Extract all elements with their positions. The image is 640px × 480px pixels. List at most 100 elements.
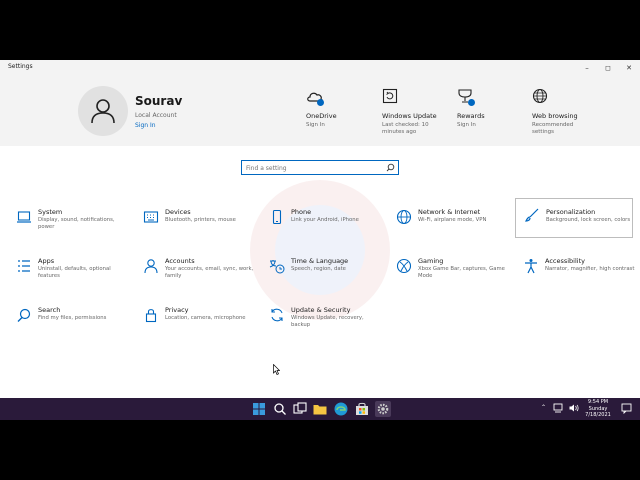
tile-name: Accessibility <box>545 257 585 265</box>
tile-name: Accounts <box>165 257 195 265</box>
mouse-cursor-icon <box>273 364 280 375</box>
notification-icon[interactable] <box>621 403 632 414</box>
chevron-up-icon[interactable]: ⌃ <box>541 404 546 411</box>
letterbox-bottom <box>0 420 640 480</box>
edge-icon[interactable] <box>333 401 349 417</box>
tile-privacy[interactable]: Privacy Location, camera, microphone <box>141 303 259 343</box>
tile-description: Location, camera, microphone <box>165 315 246 321</box>
apps-list-icon <box>18 260 30 272</box>
tile-name: Devices <box>165 208 191 216</box>
tile-name: Gaming <box>418 257 444 265</box>
tile-name: Network & Internet <box>418 208 481 216</box>
search-icon[interactable] <box>272 401 288 417</box>
tile-description: Windows Update, recovery, backup <box>291 315 364 328</box>
tile-name: System <box>38 208 63 216</box>
tile-description: Uninstall, defaults, optional features <box>38 266 111 279</box>
minimize-button[interactable]: – <box>576 62 598 74</box>
search-icon <box>386 163 395 172</box>
tile-name: Privacy <box>165 306 189 314</box>
settings-gear-icon[interactable] <box>375 401 391 417</box>
search-input[interactable] <box>246 163 381 173</box>
tile-personalization[interactable]: Personalization Background, lock screen,… <box>515 198 633 238</box>
person-icon <box>144 259 158 274</box>
tile-description: Display, sound, notifications, power <box>38 217 115 230</box>
tile-phone[interactable]: Phone Link your Android, iPhone <box>267 205 385 245</box>
user-name: Sourav <box>135 94 183 108</box>
search-icon <box>17 308 31 322</box>
person-icon <box>91 99 115 124</box>
avatar[interactable] <box>78 86 128 136</box>
tile-description: Background, lock screen, colors <box>546 217 631 223</box>
settings-window: Settings – ◻ ✕ Sourav Local Account Sign… <box>0 60 640 398</box>
letterbox-top <box>0 0 640 60</box>
tile-name: Update & Security <box>291 306 351 314</box>
update-icon <box>382 88 398 104</box>
tile-description: Speech, region, date <box>291 266 346 272</box>
accessibility-icon <box>525 259 537 274</box>
tile-description: Narrator, magnifier, high contrast <box>545 266 635 272</box>
sign-in-link[interactable]: Sign In <box>135 122 156 129</box>
title-bar: Settings – ◻ ✕ <box>0 60 640 76</box>
header-item-windows-update[interactable]: Windows Update Last checked: 10 minutes … <box>382 88 462 136</box>
tile-gaming[interactable]: Gaming Xbox Game Bar, captures, Game Mod… <box>394 254 512 294</box>
window-title: Settings <box>8 63 33 70</box>
tile-apps[interactable]: Apps Uninstall, defaults, optional featu… <box>14 254 132 294</box>
tile-system[interactable]: System Display, sound, notifications, po… <box>14 205 132 245</box>
tile-name: Apps <box>38 257 55 265</box>
header-item-onedrive[interactable]: OneDrive Sign In <box>306 88 386 129</box>
tile-name: Time & Language <box>291 257 349 265</box>
keyboard-icon <box>143 211 159 223</box>
laptop-icon <box>17 211 31 223</box>
tile-description: Link your Android, iPhone <box>291 217 359 223</box>
tile-update-security[interactable]: Update & Security Windows Update, recove… <box>267 303 385 343</box>
tile-name: Phone <box>291 208 312 216</box>
clock-date: 7/18/2021 <box>585 412 611 418</box>
globe-icon <box>532 88 548 104</box>
tile-time-language[interactable]: Time & Language Speech, region, date <box>267 254 385 294</box>
time-language-icon <box>269 260 285 274</box>
taskbar: ⌃ 9:54 PM Sunday 7/18/2021 <box>0 398 640 420</box>
tile-description: Your accounts, email, sync, work, family <box>165 266 254 279</box>
header-item-sub: Sign In <box>306 122 325 128</box>
header-item-sub: Last checked: 10 minutes ago <box>382 122 429 135</box>
search-box[interactable] <box>241 160 399 175</box>
header-item-name: Rewards <box>457 112 485 120</box>
header-item-name: Windows Update <box>382 112 437 120</box>
header-item-sub: Recommended settings <box>532 122 574 135</box>
tile-name: Personalization <box>546 208 596 216</box>
phone-icon <box>272 209 282 225</box>
xbox-icon <box>396 258 412 274</box>
maximize-button[interactable]: ◻ <box>597 62 619 74</box>
tile-description: Wi-Fi, airplane mode, VPN <box>418 217 487 223</box>
globe-icon <box>396 209 412 225</box>
tile-devices[interactable]: Devices Bluetooth, printers, mouse <box>141 205 259 245</box>
header-item-sub: Sign In <box>457 122 476 128</box>
close-button[interactable]: ✕ <box>618 62 640 74</box>
account-type: Local Account <box>135 112 177 119</box>
tile-description: Find my files, permissions <box>38 315 107 321</box>
tile-name: Search <box>38 306 61 314</box>
volume-icon[interactable] <box>568 402 580 414</box>
account-header: Sourav Local Account Sign In OneDrive Si… <box>0 76 640 146</box>
tile-description: Xbox Game Bar, captures, Game Mode <box>418 266 505 279</box>
status-dot <box>317 99 324 106</box>
header-item-name: OneDrive <box>306 112 337 120</box>
status-dot <box>468 99 475 106</box>
network-icon[interactable] <box>552 402 564 414</box>
tile-description: Bluetooth, printers, mouse <box>165 217 236 223</box>
brush-icon <box>525 208 539 222</box>
header-item-web-browsing[interactable]: Web browsing Recommended settings <box>532 88 612 136</box>
tile-accessibility[interactable]: Accessibility Narrator, magnifier, high … <box>521 254 639 294</box>
start-button-icon[interactable] <box>251 401 267 417</box>
tile-accounts[interactable]: Accounts Your accounts, email, sync, wor… <box>141 254 259 294</box>
lock-icon <box>145 309 157 323</box>
store-icon[interactable] <box>354 401 370 417</box>
header-item-name: Web browsing <box>532 112 578 120</box>
header-item-rewards[interactable]: Rewards Sign In <box>457 88 537 129</box>
tile-search[interactable]: Search Find my files, permissions <box>14 303 132 343</box>
system-clock[interactable]: 9:54 PM Sunday 7/18/2021 <box>580 399 616 419</box>
sync-icon <box>271 308 283 322</box>
file-explorer-icon[interactable] <box>312 401 328 417</box>
tile-network-internet[interactable]: Network & Internet Wi-Fi, airplane mode,… <box>394 205 512 245</box>
task-view-icon[interactable] <box>292 401 308 417</box>
